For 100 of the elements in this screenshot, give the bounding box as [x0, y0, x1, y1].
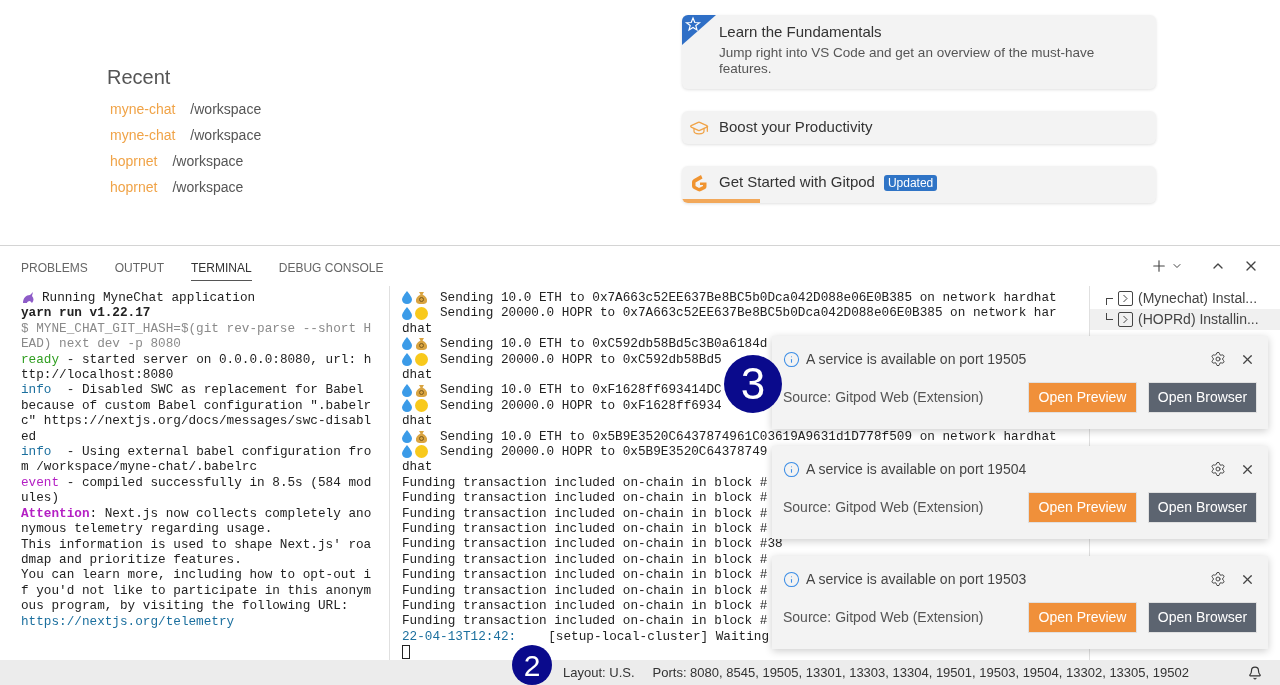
recent-heading: Recent	[107, 65, 172, 90]
terminal-line: Funding transaction included on-chain in block #	[402, 582, 768, 598]
status-ports[interactable]: Ports: 8080, 8545, 19505, 13301, 13303, 13304, 19501, 19503, 19504, 13302, 13305, 19502	[652, 662, 1189, 683]
walkthrough-card[interactable]: Boost your Productivity	[682, 111, 1156, 144]
open-browser-button[interactable]: Open Browser	[1148, 602, 1257, 633]
terminal-line: Attention: Next.js now collects completely ano	[21, 505, 372, 522]
terminal-line: m /workspace/myne-chat/.babelrc	[21, 459, 258, 475]
terminal-link[interactable]: https://nextjs.org/telemetry	[21, 613, 235, 629]
drop-icon	[402, 429, 412, 443]
terminal-line: because of custom Babel configuration ".babelr	[21, 397, 372, 414]
terminal-line: f you'd not like to participate in this anonym	[21, 582, 372, 599]
terminal-line: ules)	[21, 490, 60, 506]
terminal-line: Sending 20000.0 HOPR to 0x7A663c52EE637Be8BC5b0Dca042D088e06E0B385 on network har	[440, 305, 1057, 321]
terminal-line: c" https://nextjs.org/docs/messages/swc-disabl	[21, 413, 372, 429]
drop-icon	[402, 352, 412, 366]
terminal-icon	[1118, 291, 1133, 306]
unicorn-icon	[21, 291, 35, 304]
walkthrough-description: Jump right into VS Code and get an overview of the must-have features.	[719, 45, 1096, 77]
terminal-line: dhat	[402, 366, 433, 383]
notification-message: A service is available on port 19505	[806, 349, 1028, 369]
panel-tab[interactable]: OUTPUT	[114, 255, 165, 281]
drop-icon	[402, 291, 412, 305]
callout-number: 2	[512, 645, 552, 685]
terminal-line: event - compiled successfully in 8.5s (584 mod	[21, 474, 372, 491]
terminal-line: nymous telemetry regarding usage.	[21, 521, 273, 537]
settings-icon[interactable]	[1210, 571, 1226, 587]
money-bag-icon	[415, 291, 428, 305]
new-terminal-icon[interactable]	[1150, 257, 1168, 275]
terminal-line: dhat	[402, 459, 433, 475]
open-browser-button[interactable]: Open Browser	[1148, 382, 1257, 413]
notifications-bell-icon[interactable]	[1248, 665, 1262, 680]
recent-project-path: /workspace	[172, 151, 244, 171]
terminal-line: Running MyneChat application	[42, 290, 256, 306]
coin-icon	[415, 445, 428, 459]
terminal-line: dmap and prioritize features.	[21, 551, 242, 568]
terminal-line: Funding transaction included on-chain in block #	[402, 551, 768, 568]
terminal-line: dhat	[402, 320, 433, 337]
terminal-line: Funding transaction included on-chain in block #	[402, 598, 768, 614]
settings-icon[interactable]	[1210, 351, 1226, 367]
terminal-line: ous program, by visiting the following URL:	[21, 598, 349, 614]
info-icon	[783, 460, 800, 478]
coin-icon	[415, 306, 428, 320]
recent-project-path: /workspace	[172, 177, 244, 197]
coin-icon	[415, 398, 428, 412]
walkthrough-title: Boost your Productivity	[719, 117, 873, 138]
terminal-list-item[interactable]: (Mynechat) Instal...	[1090, 288, 1280, 309]
gitpod-logo-icon	[690, 173, 708, 192]
walkthrough-title: Learn the Fundamentals	[719, 22, 883, 42]
open-browser-button[interactable]: Open Browser	[1148, 492, 1257, 523]
walkthrough-card[interactable]: Get Started with Gitpod Updated	[682, 166, 1156, 203]
money-bag-icon	[415, 383, 428, 397]
terminal-line: Sending 10.0 ETH to 0x5B9E3520C6437874961C03619A9631d1D778f509 on network hardhat	[440, 428, 1057, 444]
terminal-line: Funding transaction included on-chain in block #	[402, 520, 768, 537]
terminal-line: Sending 10.0 ETH to 0x7A663c52EE637Be8BC5b0Dca042D088e06E0B385 on network hardhat	[440, 290, 1057, 306]
terminal-line: [setup-local-cluster] Waiting	[548, 628, 770, 645]
panel-tab[interactable]: PROBLEMS	[21, 255, 88, 281]
terminal-line: ttp://localhost:8080	[21, 367, 174, 383]
terminal-line: You can learn more, including how to opt-out i	[21, 567, 372, 583]
money-bag-icon	[415, 429, 428, 443]
status-layout[interactable]: Layout: U.S.	[563, 662, 635, 683]
drop-icon	[402, 306, 412, 320]
recent-project-path: /workspace	[190, 125, 262, 145]
settings-icon[interactable]	[1210, 461, 1226, 477]
terminal-line: Funding transaction included on-chain in block #	[402, 474, 768, 491]
notification-message: A service is available on port 19503	[806, 569, 1028, 589]
updated-badge: Updated	[883, 174, 938, 191]
notification-source: Source: Gitpod Web (Extension)	[783, 388, 985, 407]
terminal-line: yarn run v1.22.17	[21, 305, 152, 321]
walkthrough-card[interactable]: Learn the Fundamentals Jump right into VS Code and get an overview of the must-have features.	[682, 15, 1156, 89]
terminal-icon	[1118, 312, 1133, 327]
recent-project-path: /workspace	[190, 99, 262, 119]
terminal-line: Funding transaction included on-chain in block #	[402, 490, 768, 506]
info-icon	[783, 350, 800, 368]
terminal-line: ready - started server on 0.0.0.0:8080, url: h	[21, 351, 372, 368]
terminal-line: Funding transaction included on-chain in block #	[402, 567, 768, 583]
panel-tab[interactable]: TERMINAL	[191, 255, 252, 281]
notification-source: Source: Gitpod Web (Extension)	[783, 498, 985, 517]
terminal-line: This information is used to shape Next.js' roa	[21, 536, 372, 552]
notification-message: A service is available on port 19504	[806, 459, 1028, 479]
walkthrough-title: Get Started with Gitpod	[719, 172, 875, 193]
terminal-list-item[interactable]: (HOPRd) Installin...	[1090, 309, 1280, 330]
terminal-cursor	[402, 644, 410, 659]
terminal-line: info - Using external babel configuration fro	[21, 444, 372, 460]
terminal-line: Sending 20000.0 HOPR to 0xF1628ff6934	[440, 397, 722, 414]
notification-source: Source: Gitpod Web (Extension)	[783, 608, 985, 627]
terminal-line: info - Disabled SWC as replacement for Babel	[21, 382, 364, 398]
drop-icon	[402, 398, 412, 412]
featured-star-icon	[682, 15, 716, 45]
terminal-line: Sending 20000.0 HOPR to 0x5B9E3520C64378749	[440, 443, 768, 460]
coin-icon	[415, 352, 428, 366]
log-timestamp: 22-04-13T12:42:	[402, 628, 517, 645]
money-bag-icon	[415, 337, 428, 351]
terminal-line: Funding transaction included on-chain in block #	[402, 613, 768, 629]
terminal-line: EAD) next dev -p 8080	[21, 336, 182, 352]
terminal-line: ed	[21, 428, 37, 445]
terminal-line: Sending 20000.0 HOPR to 0xC592db58Bd5	[440, 351, 722, 367]
panel-tab[interactable]: DEBUG CONSOLE	[278, 255, 384, 281]
callout-number: 3	[724, 355, 782, 413]
terminal-line: Sending 10.0 ETH to 0xF1628ff693414DC	[440, 382, 722, 398]
drop-icon	[402, 337, 412, 351]
